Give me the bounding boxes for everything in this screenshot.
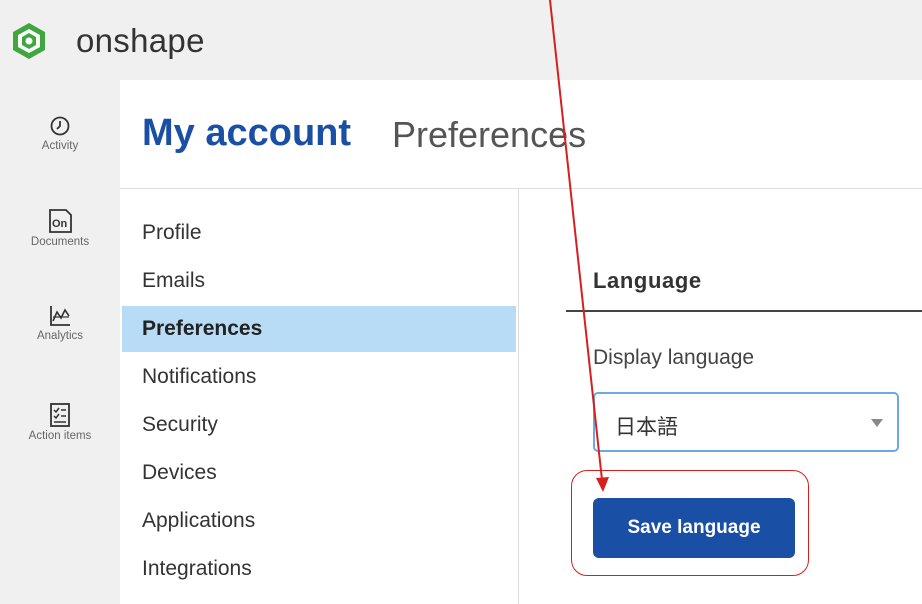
chart-icon	[50, 306, 70, 326]
left-rail: Activity On Documents Analytics Action i…	[0, 80, 120, 604]
rail-label-activity: Activity	[41, 140, 79, 152]
rail-item-documents[interactable]: On Documents	[0, 208, 120, 248]
selected-language-value: 日本語	[615, 416, 678, 439]
document-icon: On	[49, 209, 72, 233]
sidenav-item-security[interactable]: Security	[122, 402, 516, 448]
language-section-title: Language	[593, 268, 702, 293]
clock-icon	[50, 116, 70, 136]
display-language-label: Display language	[593, 346, 755, 369]
top-bar: onshape	[0, 0, 922, 80]
page-header: My account Preferences	[120, 80, 922, 189]
rail-label-documents: Documents	[30, 236, 90, 248]
rail-label-analytics: Analytics	[36, 330, 84, 342]
sidenav-item-applications[interactable]: Applications	[122, 498, 516, 544]
display-language-select[interactable]: 日本語	[593, 392, 899, 452]
rail-item-action-items[interactable]: Action items	[0, 402, 120, 442]
sidenav-item-profile[interactable]: Profile	[122, 210, 516, 256]
svg-text:On: On	[52, 218, 68, 230]
page-subtitle: Preferences	[392, 114, 587, 155]
rail-item-analytics[interactable]: Analytics	[0, 304, 120, 342]
sidenav-item-preferences[interactable]: Preferences	[122, 306, 516, 352]
sidenav-item-emails[interactable]: Emails	[122, 258, 516, 304]
rail-label-action-items: Action items	[28, 430, 92, 442]
sidenav-item-devices[interactable]: Devices	[122, 450, 516, 496]
save-language-button[interactable]: Save language	[593, 498, 795, 558]
page-title: My account	[142, 112, 352, 154]
rail-item-activity[interactable]: Activity	[0, 114, 120, 152]
section-divider	[566, 310, 922, 312]
dropdown-caret-icon	[871, 419, 883, 427]
brand-name: onshape	[76, 22, 205, 59]
onshape-logo-icon[interactable]	[10, 22, 48, 60]
sidenav-item-integrations[interactable]: Integrations	[122, 546, 516, 592]
sidenav-item-notifications[interactable]: Notifications	[122, 354, 516, 400]
account-sidenav: Profile Emails Preferences Notifications…	[120, 189, 519, 604]
checklist-icon	[50, 403, 70, 427]
